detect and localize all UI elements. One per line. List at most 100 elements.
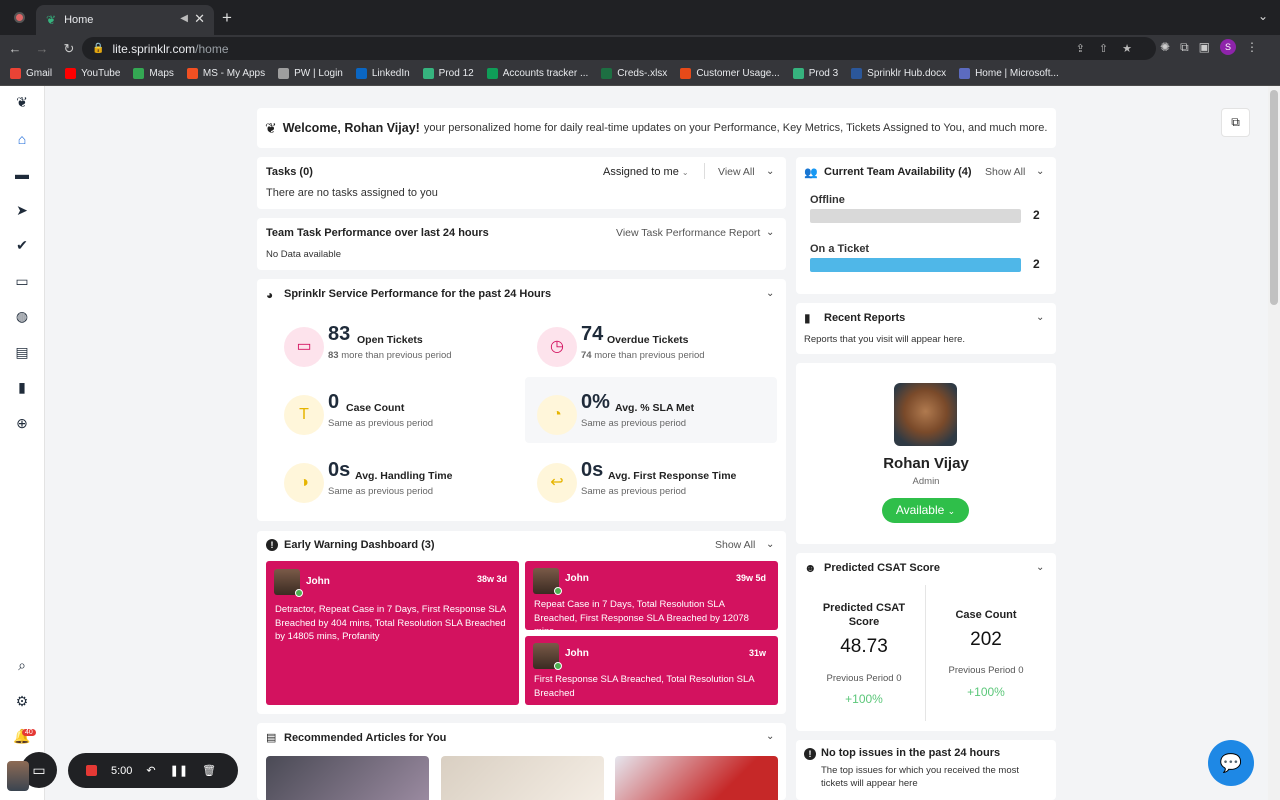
tasks-filter-dropdown[interactable]: Assigned to me ⌄ — [603, 166, 689, 178]
browser-menu-icon[interactable]: ⋮ — [1246, 40, 1258, 54]
metric-label: Case Count — [346, 402, 405, 414]
tab-search-chevron-icon[interactable]: ⌄ — [1258, 9, 1268, 23]
articles-icon: ▤ — [266, 732, 277, 744]
collapse-chevron-icon[interactable]: ⌄ — [1036, 312, 1044, 323]
bookmark-item[interactable]: Customer Usage... — [680, 68, 780, 79]
metric-first-response[interactable]: ↩ 0s Avg. First Response Time Same as pr… — [537, 459, 782, 519]
case-icon: T — [284, 395, 324, 435]
article-thumbnail[interactable] — [266, 756, 429, 800]
top-issues-card: ! No top issues in the past 24 hours The… — [796, 740, 1056, 800]
bookmark-item[interactable]: Maps — [133, 68, 174, 79]
globe-icon[interactable]: ◍ — [13, 308, 31, 326]
metric-sla-met[interactable]: ◔ 0% Avg. % SLA Met Same as previous per… — [537, 391, 782, 451]
sprinklr-leaf-icon: ❦ — [265, 119, 277, 136]
warning-item[interactable]: John 31w First Response SLA Breached, To… — [525, 636, 778, 705]
bookmark-item[interactable]: Prod 3 — [792, 68, 838, 79]
lock-icon[interactable]: 🔒 — [92, 43, 104, 54]
bookmark-item[interactable]: Accounts tracker ... — [486, 68, 588, 79]
search-icon[interactable]: ⌕ — [13, 657, 31, 675]
forward-icon[interactable]: → — [30, 41, 54, 56]
bookmark-item[interactable]: YouTube — [65, 68, 120, 79]
bookmark-item[interactable]: PW | Login — [278, 68, 343, 79]
bookmark-item[interactable]: MS - My Apps — [186, 68, 265, 79]
undo-icon[interactable]: ↶ — [146, 764, 155, 777]
conversations-icon[interactable]: ▬ — [13, 166, 31, 184]
divider — [704, 163, 705, 179]
bookmark-label: Maps — [149, 68, 174, 79]
task-report-link[interactable]: View Task Performance Report — [616, 227, 760, 239]
notification-count-badge: 40 — [22, 729, 36, 736]
pause-icon[interactable]: ❚❚ — [170, 764, 188, 777]
bookmark-item[interactable]: LinkedIn — [355, 68, 410, 79]
check-circle-icon[interactable]: ✔ — [13, 237, 31, 255]
collapse-chevron-icon[interactable]: ⌄ — [1036, 562, 1044, 573]
tab-title: Home — [64, 14, 94, 26]
warning-item[interactable]: John 38w 3d Detractor, Repeat Case in 7 … — [266, 561, 519, 705]
warning-text: Detractor, Repeat Case in 7 Days, First … — [275, 604, 506, 642]
stop-recording-icon[interactable] — [86, 765, 97, 776]
contacts-icon[interactable]: ▤ — [13, 344, 31, 362]
bookmark-item[interactable]: Gmail — [10, 68, 52, 79]
availability-status-button[interactable]: Available ⌄ — [882, 498, 969, 523]
address-bar[interactable]: 🔒 lite.sprinklr.com/home ⇪⇧★ — [82, 37, 1156, 60]
new-tab-button[interactable]: + — [222, 8, 232, 28]
collapse-chevron-icon[interactable]: ⌄ — [766, 731, 774, 742]
extension-icon[interactable]: ✺ — [1160, 40, 1170, 54]
ticket-icon[interactable]: ▭ — [13, 273, 31, 291]
metric-case-count[interactable]: T 0 Case Count Same as previous period — [284, 391, 529, 451]
csat-value: 48.73 — [840, 636, 888, 657]
recent-reports-title: Recent Reports — [824, 312, 906, 324]
warning-item[interactable]: John 39w 5d Repeat Case in 7 Days, Total… — [525, 561, 778, 637]
omnibox-actions-icon[interactable]: ⇪⇧★ — [1076, 42, 1146, 55]
sprinklr-logo-icon[interactable]: ❦ — [13, 94, 31, 112]
availability-bar — [810, 209, 1021, 223]
bookmark-label: Sprinklr Hub.docx — [867, 68, 947, 79]
recent-reports-text: Reports that you visit will appear here. — [804, 334, 966, 345]
back-icon[interactable]: ← — [3, 41, 27, 56]
bookmark-item[interactable]: Sprinklr Hub.docx — [851, 68, 946, 79]
metric-handling-time[interactable]: ◑ 0s Avg. Handling Time Same as previous… — [284, 459, 529, 519]
alert-icon: ! — [804, 748, 816, 760]
article-thumbnail[interactable] — [441, 756, 604, 800]
early-warning-show-all[interactable]: Show All — [715, 539, 755, 551]
settings-gear-icon[interactable]: ⚙ — [13, 693, 31, 711]
case-count-change: +100% — [967, 685, 1005, 699]
bookmark-item[interactable]: Prod 12 — [422, 68, 474, 79]
metric-open-tickets[interactable]: ▭ 83 Open Tickets 83 more than previous … — [284, 323, 529, 383]
app-sidebar: ❦ ⌂ ▬ ➤ ✔ ▭ ◍ ▤ ▮ ⊕ ⌕ ⚙ 🔔 40 — [0, 86, 45, 800]
puzzle-icon[interactable]: ⧉ — [1180, 40, 1189, 55]
reload-icon[interactable]: ↻ — [57, 41, 81, 57]
bookmark-favicon-icon — [10, 68, 21, 79]
early-warning-title: Early Warning Dashboard (3) — [284, 539, 435, 551]
availability-show-all[interactable]: Show All — [985, 166, 1025, 178]
chat-bubble-icon[interactable]: 💬 — [1208, 740, 1254, 786]
collapse-chevron-icon[interactable]: ⌄ — [766, 288, 774, 299]
browser-tab-home[interactable]: ❦ Home ◀ ✕ — [36, 5, 214, 35]
profile-avatar[interactable]: S — [1219, 39, 1236, 55]
add-circle-icon[interactable]: ⊕ — [13, 415, 31, 433]
screen-recorder-widget: 5:00 ↶ ❚❚ 🗑 — [68, 753, 238, 788]
send-icon[interactable]: ➤ — [13, 202, 31, 220]
tasks-view-all-link[interactable]: View All — [718, 166, 755, 178]
tab-audio-icon[interactable]: ◀ — [180, 13, 188, 24]
collapse-chevron-icon[interactable]: ⌄ — [766, 539, 774, 550]
bookmark-favicon-icon — [133, 68, 145, 79]
welcome-name: Welcome, Rohan Vijay! — [282, 121, 420, 135]
user-avatar[interactable] — [7, 761, 29, 791]
bookmark-item[interactable]: Home | Microsoft... — [959, 68, 1059, 79]
reports-icon[interactable]: ▮ — [13, 379, 31, 397]
bookmark-item[interactable]: Creds-.xlsx — [601, 68, 667, 79]
articles-title: Recommended Articles for You — [284, 732, 447, 744]
collapse-chevron-icon[interactable]: ⌄ — [1036, 166, 1044, 177]
scrollbar-thumb[interactable] — [1270, 90, 1278, 305]
bar-chart-icon: ▮ — [804, 311, 811, 325]
close-tab-icon[interactable]: ✕ — [194, 11, 205, 27]
home-icon[interactable]: ⌂ — [13, 131, 31, 149]
metric-overdue-tickets[interactable]: ◷ 74 Overdue Tickets 74 more than previo… — [537, 323, 782, 383]
trash-icon[interactable]: 🗑 — [202, 764, 216, 777]
article-thumbnail[interactable] — [615, 756, 778, 800]
collapse-chevron-icon[interactable]: ⌄ — [766, 166, 774, 177]
copy-layout-icon[interactable]: ⧉ — [1221, 108, 1250, 137]
collapse-chevron-icon[interactable]: ⌄ — [766, 227, 774, 238]
sidepanel-icon[interactable]: ▣ — [1199, 40, 1210, 54]
